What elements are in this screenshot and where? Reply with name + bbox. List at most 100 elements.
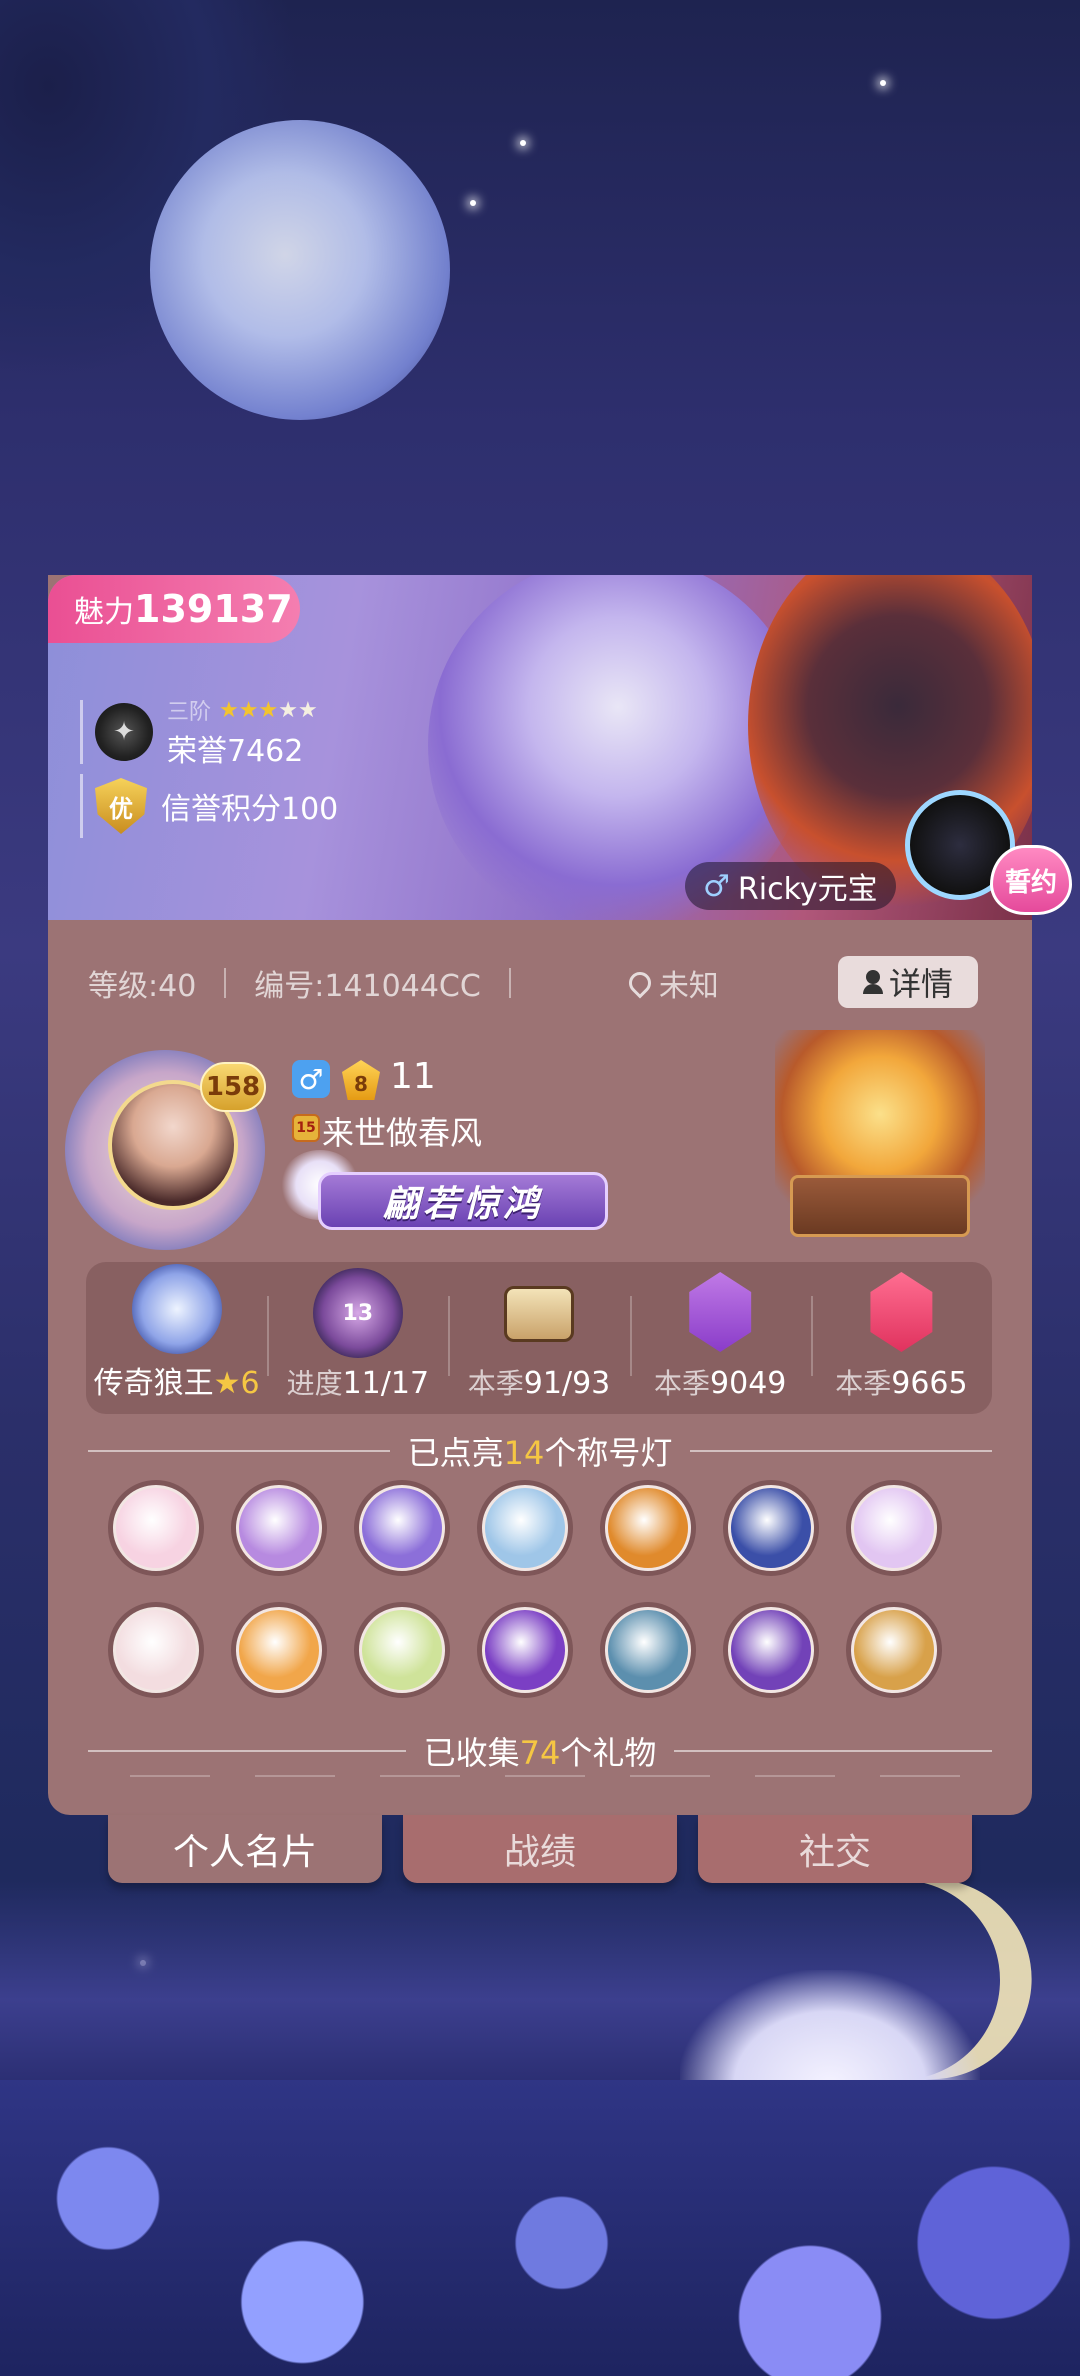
- vow-badge[interactable]: 誓约: [990, 845, 1072, 915]
- star-icon: ★: [258, 697, 279, 723]
- title-lamp-badge[interactable]: [231, 1480, 327, 1576]
- star: [470, 200, 476, 206]
- werewolf-icon: [854, 1610, 934, 1690]
- gift-slot-line: [130, 1775, 210, 1777]
- achievement-value: 91/93: [523, 1366, 611, 1401]
- divider: [508, 968, 511, 998]
- rose-hex-icon: [689, 1272, 752, 1352]
- gift-slot-line: [755, 1775, 835, 1777]
- ribbon-medal-icon: [116, 1488, 196, 1568]
- title-lamp-badge[interactable]: [723, 1480, 819, 1576]
- love-letter-icon: [731, 1488, 811, 1568]
- star-icon: ★: [278, 697, 298, 723]
- charm-value: 139137: [134, 587, 293, 631]
- sunglasses-hex-icon: [870, 1272, 933, 1352]
- achievement-label: 进度11/17: [287, 1362, 429, 1402]
- title-lamp-badge[interactable]: [846, 1480, 942, 1576]
- avatar-level-badge: 158: [200, 1062, 266, 1112]
- title-lamp-badge[interactable]: [354, 1602, 450, 1698]
- gift-slot-line: [255, 1775, 335, 1777]
- tab-personal-card[interactable]: 个人名片: [108, 1815, 382, 1883]
- gift-slot-line: [505, 1775, 585, 1777]
- id-text: 编号:141044CC: [254, 969, 481, 1004]
- star-icon: ★: [297, 697, 318, 723]
- divider: [224, 968, 227, 998]
- title-lamp-grid: [108, 1480, 972, 1698]
- star-icon: ★: [238, 697, 259, 723]
- clock-badge-icon: 15: [292, 1114, 320, 1142]
- divider: [88, 1450, 390, 1452]
- achievement-label: 本季91/93: [468, 1362, 610, 1402]
- achievement-label: 本季9049: [654, 1362, 786, 1402]
- camera-icon: [504, 1286, 574, 1342]
- achievement-camera[interactable]: 本季91/93: [448, 1262, 629, 1414]
- male-icon: ♂: [292, 1060, 330, 1098]
- title-lamp-badge[interactable]: [108, 1602, 204, 1698]
- wolf-rank-icon: ✦: [95, 703, 153, 761]
- star: [520, 140, 526, 146]
- achievement-wolf-king[interactable]: 传奇狼王★6: [86, 1262, 267, 1414]
- gift-slot-line: [380, 1775, 460, 1777]
- title-lamp-badge[interactable]: [723, 1602, 819, 1698]
- achievement-caption: 本季: [654, 1367, 711, 1400]
- gifts-header-text: 已收集74个礼物: [424, 1728, 657, 1774]
- location-text: 未知: [658, 969, 719, 1004]
- credit-shield-icon: 优: [95, 778, 147, 834]
- achievement-progress[interactable]: 13 进度11/17: [267, 1262, 448, 1414]
- title-lamp-badge[interactable]: [231, 1602, 327, 1698]
- achievement-value: 11/17: [342, 1366, 430, 1401]
- title-lamp-badge[interactable]: [108, 1480, 204, 1576]
- title-lamp-badge[interactable]: [354, 1480, 450, 1576]
- achievement-label: 本季9665: [835, 1362, 967, 1402]
- level-text: 等级:40: [88, 969, 197, 1004]
- heart-trophy-icon: [239, 1610, 319, 1690]
- achievement-star-count: 6: [240, 1366, 260, 1401]
- gift-slot-line: [630, 1775, 710, 1777]
- detail-button[interactable]: 详情: [838, 956, 978, 1008]
- credit-row[interactable]: 优 信誉积分100: [80, 774, 338, 838]
- achievement-rose[interactable]: 本季9049: [629, 1262, 811, 1414]
- titles-count: 14: [503, 1434, 545, 1472]
- full-moon: [150, 120, 450, 420]
- partner-name-pill[interactable]: ♂ Ricky元宝: [685, 862, 896, 910]
- charm-badge: 魅力 139137: [48, 575, 300, 643]
- tab-social[interactable]: 社交: [698, 1815, 972, 1883]
- gifts-count: 74: [519, 1734, 561, 1772]
- titles-header: 已点亮14个称号灯: [88, 1428, 992, 1474]
- wolf-king-icon: [131, 1264, 222, 1354]
- gift-slot-line: [880, 1775, 960, 1777]
- sword-icon: [608, 1610, 688, 1690]
- title-lamp-badge[interactable]: [600, 1602, 696, 1698]
- progress-emblem-icon: 13: [312, 1268, 403, 1358]
- user-level-number: 11: [390, 1056, 436, 1097]
- tab-battle-record[interactable]: 战绩: [403, 1815, 677, 1883]
- crystal-icon: [239, 1488, 319, 1568]
- rank-info: ✦ 三阶 ★★★★★ 荣誉7462 优 信誉积分100: [80, 697, 338, 848]
- title-lamp-badge[interactable]: [477, 1480, 573, 1576]
- gifts-prefix: 已收集: [423, 1734, 520, 1772]
- credit-value: 信誉积分100: [161, 792, 339, 827]
- title-lamp-badge[interactable]: [600, 1480, 696, 1576]
- detail-button-label: 详情: [888, 965, 953, 1003]
- title-plate[interactable]: 翩若惊鸿: [318, 1172, 608, 1230]
- titles-header-text: 已点亮14个称号灯: [408, 1428, 673, 1474]
- person-icon: [862, 970, 883, 994]
- flower-field: [0, 2080, 1080, 2376]
- white-rose-icon: [116, 1610, 196, 1690]
- rubber-duck-icon: [485, 1488, 565, 1568]
- achievement-caption: 本季: [835, 1367, 892, 1400]
- title-lamp-badge[interactable]: [846, 1602, 942, 1698]
- rank-row[interactable]: ✦ 三阶 ★★★★★ 荣誉7462: [80, 697, 338, 769]
- title-lamp-badge[interactable]: [477, 1602, 573, 1698]
- partner-name: Ricky元宝: [737, 872, 878, 907]
- achievement-sunglasses[interactable]: 本季9665: [810, 1262, 992, 1414]
- charm-label: 魅力: [74, 595, 134, 630]
- achievement-value: 9665: [891, 1366, 968, 1401]
- location: 未知: [624, 961, 719, 1005]
- achievement-caption: 本季: [467, 1367, 524, 1400]
- white-crane-icon: [362, 1488, 442, 1568]
- treasure-case: [790, 1175, 970, 1237]
- achievement-panel: 传奇狼王★6 13 进度11/17 本季91/93 本季9049 本季9665: [86, 1262, 992, 1414]
- star: [880, 80, 886, 86]
- gifts-header[interactable]: 已收集74个礼物: [88, 1728, 992, 1774]
